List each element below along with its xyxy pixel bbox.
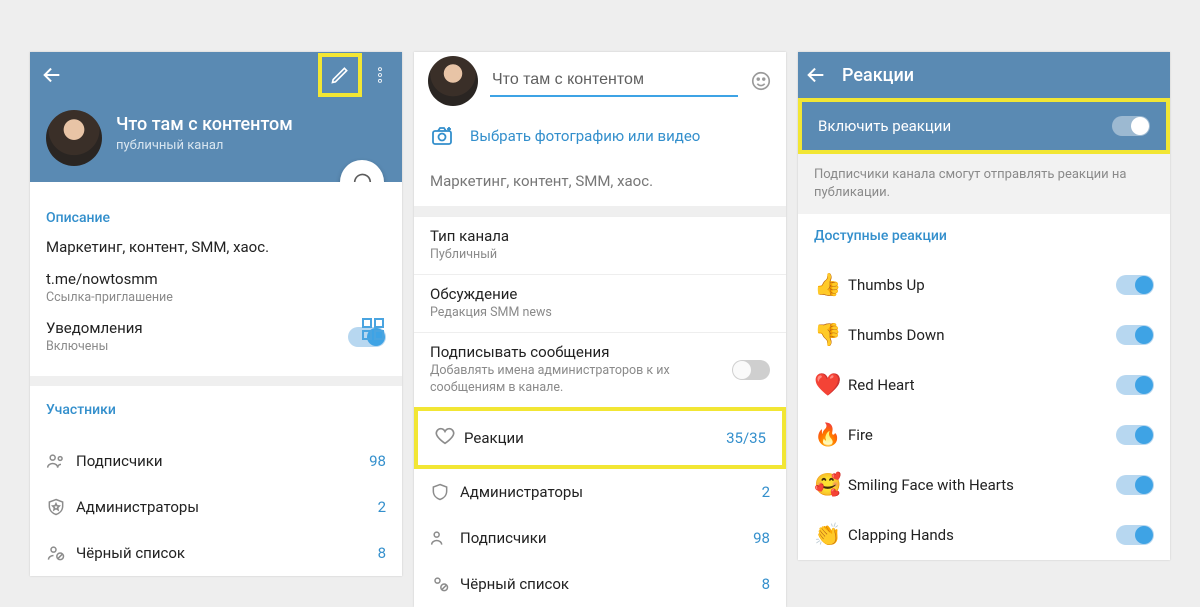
channel-avatar (46, 110, 102, 166)
admins-count: 2 (762, 483, 770, 501)
emoji-icon[interactable] (750, 70, 772, 92)
block-icon (430, 574, 460, 594)
admins-label: Администраторы (76, 498, 378, 516)
subscribers-label: Подписчики (76, 452, 369, 470)
admins-label: Администраторы (460, 483, 762, 501)
enable-reactions-row[interactable]: Включить реакции (802, 102, 1166, 150)
reaction-name: Smiling Face with Hearts (848, 476, 1116, 494)
reaction-row[interactable]: 🥰 Smiling Face with Hearts (798, 460, 1170, 510)
channel-type-row[interactable]: Тип канала Публичный (414, 216, 786, 274)
reaction-toggle[interactable] (1116, 525, 1154, 545)
back-icon[interactable] (34, 57, 70, 93)
sign-messages-toggle[interactable] (732, 360, 770, 380)
sign-messages-row[interactable]: Подписывать сообщения Добавлять имена ад… (414, 332, 786, 407)
reaction-emoji: 👎 (814, 323, 848, 348)
discussion-value: Редакция SMM news (430, 305, 770, 322)
bio-text[interactable]: Маркетинг, контент, SMM, хаос. (414, 162, 786, 206)
notifications-label: Уведомления (46, 319, 348, 337)
pick-media-label: Выбрать фотографию или видео (470, 127, 700, 145)
sign-messages-label: Подписывать сообщения (430, 343, 732, 361)
back-icon[interactable] (798, 57, 834, 93)
subscribers-row[interactable]: Подписчики 98 (30, 438, 402, 484)
blacklist-count: 8 (378, 544, 386, 562)
reaction-emoji: 🔥 (814, 423, 848, 448)
description-section: Описание Маркетинг, контент, SMM, хаос. … (30, 182, 402, 376)
channel-subtitle: публичный канал (116, 138, 223, 153)
admins-row-2[interactable]: Администраторы 2 (414, 469, 786, 515)
block-icon (46, 543, 76, 563)
avatar[interactable] (428, 56, 478, 106)
invite-link[interactable]: t.me/nowtosmm (46, 270, 386, 288)
qr-icon[interactable] (362, 318, 384, 340)
enable-reactions-desc: Подписчики канала смогут отправлять реак… (798, 154, 1170, 214)
reaction-row[interactable]: 🔥 Fire (798, 410, 1170, 460)
shield-icon (430, 482, 460, 502)
reactions-setting-row[interactable]: Реакции 35/35 (418, 411, 782, 465)
edit-header (414, 52, 786, 110)
page-title: Реакции (842, 65, 914, 86)
reaction-emoji: 🥰 (814, 473, 848, 498)
blacklist-label: Чёрный список (76, 544, 378, 562)
channel-type-label: Тип канала (430, 227, 770, 245)
available-reactions-heading: Доступные реакции (814, 228, 1154, 244)
subscribers-label: Подписчики (460, 529, 753, 547)
members-heading: Участники (46, 402, 386, 418)
enable-reactions-toggle[interactable] (1112, 116, 1150, 136)
reactions-label: Реакции (464, 429, 726, 447)
pane-channel-edit: Выбрать фотографию или видео Маркетинг, … (414, 52, 786, 607)
enable-reactions-highlight: Включить реакции (798, 98, 1170, 154)
sign-messages-desc: Добавлять имена администраторов к их соо… (430, 363, 732, 397)
reaction-row[interactable]: 👍 Thumbs Up (798, 260, 1170, 310)
description-heading: Описание (46, 210, 386, 226)
reaction-toggle[interactable] (1116, 475, 1154, 495)
heart-icon (434, 425, 464, 451)
reaction-row[interactable]: ❤️ Red Heart (798, 360, 1170, 410)
people-icon (46, 451, 76, 471)
people-icon (430, 528, 460, 548)
header: Что там с контентом публичный канал (30, 52, 402, 182)
description-text: Маркетинг, контент, SMM, хаос. (46, 238, 386, 256)
shield-icon (46, 497, 76, 517)
reaction-row[interactable]: 👎 Thumbs Down (798, 310, 1170, 360)
admins-count: 2 (378, 498, 386, 516)
subscribers-count: 98 (753, 529, 770, 547)
enable-reactions-label: Включить реакции (818, 117, 1112, 135)
members-section: Участники (30, 386, 402, 438)
edit-icon[interactable] (318, 53, 362, 97)
reactions-highlight: Реакции 35/35 (414, 407, 786, 469)
invite-link-caption: Ссылка-приглашение (46, 290, 386, 305)
header: Реакции (798, 52, 1170, 98)
discussion-label: Обсуждение (430, 285, 770, 303)
available-reactions-section: Доступные реакции (798, 214, 1170, 260)
reaction-emoji: 👍 (814, 273, 848, 298)
blacklist-count: 8 (762, 575, 770, 593)
reaction-name: Thumbs Up (848, 276, 1116, 294)
reaction-toggle[interactable] (1116, 375, 1154, 395)
reaction-toggle[interactable] (1116, 325, 1154, 345)
reactions-count: 35/35 (726, 429, 766, 447)
reaction-name: Fire (848, 426, 1116, 444)
reaction-name: Thumbs Down (848, 326, 1116, 344)
more-icon[interactable] (362, 57, 398, 93)
notifications-value: Включены (46, 339, 348, 354)
subscribers-row-2[interactable]: Подписчики 98 (414, 515, 786, 561)
admins-row[interactable]: Администраторы 2 (30, 484, 402, 530)
pane-channel-info: Что там с контентом публичный канал Опис… (30, 52, 402, 576)
blacklist-row[interactable]: Чёрный список 8 (30, 530, 402, 576)
reaction-name: Red Heart (848, 376, 1116, 394)
subscribers-count: 98 (369, 452, 386, 470)
blacklist-label: Чёрный список (460, 575, 762, 593)
reaction-name: Clapping Hands (848, 526, 1116, 544)
pane-reactions-settings: Реакции Включить реакции Подписчики кана… (798, 52, 1170, 560)
reaction-emoji: ❤️ (814, 373, 848, 398)
discussion-row[interactable]: Обсуждение Редакция SMM news (414, 274, 786, 332)
channel-type-value: Публичный (430, 247, 770, 264)
reaction-toggle[interactable] (1116, 425, 1154, 445)
reaction-row[interactable]: 👏 Clapping Hands (798, 510, 1170, 560)
pick-media-row[interactable]: Выбрать фотографию или видео (414, 110, 786, 162)
reaction-toggle[interactable] (1116, 275, 1154, 295)
channel-name-input[interactable] (490, 65, 738, 97)
channel-title: Что там с контентом (116, 114, 293, 135)
reaction-emoji: 👏 (814, 523, 848, 548)
